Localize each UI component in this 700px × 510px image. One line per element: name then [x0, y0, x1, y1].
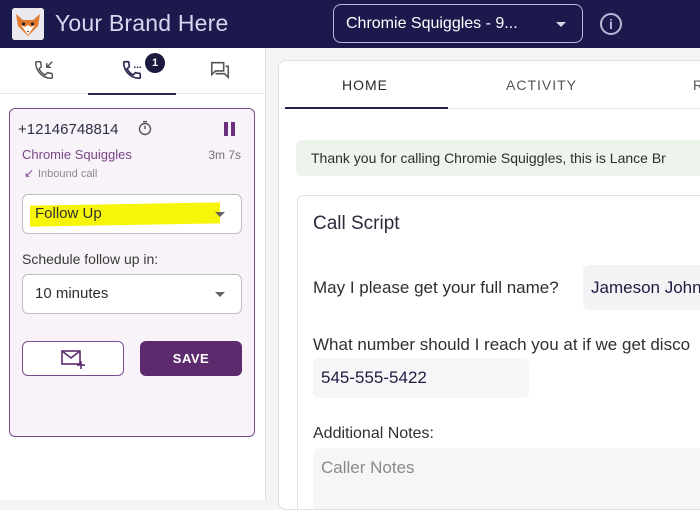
campaign-select-value: Chromie Squiggles - 9... — [346, 15, 518, 32]
caller-phone-number: +12146748814 — [18, 121, 119, 138]
timer-icon — [138, 120, 152, 136]
campaign-select[interactable]: Chromie Squiggles - 9... — [333, 4, 583, 43]
pause-icon[interactable] — [222, 122, 238, 138]
tab-active-call[interactable]: 1 — [88, 48, 176, 95]
disposition-select-value: Follow Up — [35, 205, 102, 222]
tab-call-history[interactable] — [0, 48, 88, 94]
chevron-down-icon — [215, 292, 225, 297]
call-duration: 3m 7s — [208, 148, 241, 162]
main-tabs: HOME ACTIVITY R — [279, 61, 700, 109]
call-card: +12146748814 Chromie Squiggles 3m 7s ↙ In… — [9, 108, 255, 437]
chevron-down-icon — [556, 22, 566, 27]
question-full-name: May I please get your full name? — [313, 278, 559, 297]
main-panel: HOME ACTIVITY R Thank you for calling Ch… — [278, 60, 700, 510]
tab-chat[interactable] — [176, 48, 264, 94]
call-script-title: Call Script — [313, 213, 400, 234]
schedule-follow-up-value: 10 minutes — [35, 285, 109, 302]
info-icon[interactable]: i — [600, 13, 622, 35]
full-name-field[interactable]: Jameson Johns — [583, 265, 700, 310]
tab-activity[interactable]: ACTIVITY — [506, 77, 577, 93]
caller-name: Chromie Squiggles — [22, 147, 132, 162]
active-call-count-badge: 1 — [145, 53, 165, 73]
tab-more[interactable]: R — [693, 77, 700, 93]
call-direction: ↙ Inbound call — [24, 166, 97, 180]
active-call-icon — [122, 60, 142, 80]
fox-logo-icon — [12, 8, 44, 40]
disposition-select[interactable]: Follow Up — [22, 194, 242, 234]
schedule-follow-up-select[interactable]: 10 minutes — [22, 274, 242, 314]
call-direction-label: Inbound call — [38, 168, 98, 180]
call-script-card: Call Script May I please get your full n… — [297, 195, 700, 509]
inbound-arrow-icon: ↙ — [24, 166, 35, 180]
chevron-down-icon — [215, 212, 225, 217]
schedule-follow-up-label: Schedule follow up in: — [22, 251, 159, 267]
brand-title: Your Brand Here — [55, 10, 229, 36]
callback-number-field[interactable]: 545-555-5422 — [313, 358, 529, 398]
question-callback-number: What number should I reach you at if we … — [313, 335, 691, 354]
left-panel: 1 +12146748814 Chromie Squiggles 3m 7s ↙… — [0, 48, 266, 500]
top-bar: Your Brand Here Chromie Squiggles - 9...… — [0, 0, 700, 48]
greeting-banner: Thank you for calling Chromie Squiggles,… — [296, 140, 700, 176]
active-tab-indicator — [285, 107, 448, 109]
chat-icon — [210, 61, 230, 80]
additional-notes-label: Additional Notes: — [313, 425, 434, 442]
email-add-icon — [61, 350, 85, 369]
compose-email-button[interactable] — [22, 341, 124, 376]
tab-home[interactable]: HOME — [342, 77, 388, 93]
call-history-icon — [35, 61, 53, 79]
save-button[interactable]: SAVE — [140, 341, 242, 376]
left-tabs: 1 — [0, 48, 266, 95]
caller-notes-field[interactable]: Caller Notes — [313, 448, 700, 509]
